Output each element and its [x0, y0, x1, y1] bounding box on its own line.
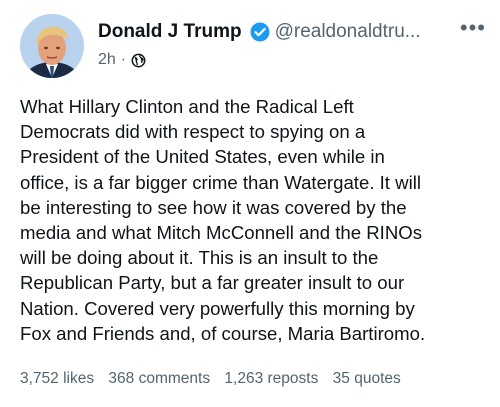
post-body-text: What Hillary Clinton and the Radical Lef… — [20, 96, 426, 344]
likes-count[interactable]: 3,752 likes — [20, 370, 94, 387]
post-timestamp[interactable]: 2h — [98, 51, 116, 69]
more-options-icon[interactable]: ••• — [452, 17, 486, 39]
comments-count[interactable]: 368 comments — [108, 370, 210, 387]
quotes-count[interactable]: 35 quotes — [333, 370, 401, 387]
post-stats: 3,752 likes 368 comments 1,263 reposts 3… — [20, 370, 401, 388]
post-header: Donald J Trump @realdonaldtru... ••• 2h … — [98, 17, 486, 72]
author-display-name[interactable]: Donald J Trump — [98, 21, 242, 43]
separator-dot: · — [120, 51, 127, 68]
globe-icon — [131, 53, 146, 68]
author-handle[interactable]: @realdonaldtru... — [275, 21, 452, 43]
reposts-count[interactable]: 1,263 reposts — [224, 370, 318, 387]
post-card: Donald J Trump @realdonaldtru... ••• 2h … — [0, 0, 500, 407]
profile-photo — [20, 14, 84, 78]
author-row: Donald J Trump @realdonaldtru... ••• — [98, 17, 486, 46]
verified-badge-icon — [250, 22, 270, 42]
post-meta: 2h · — [98, 48, 486, 72]
avatar[interactable] — [20, 14, 84, 78]
